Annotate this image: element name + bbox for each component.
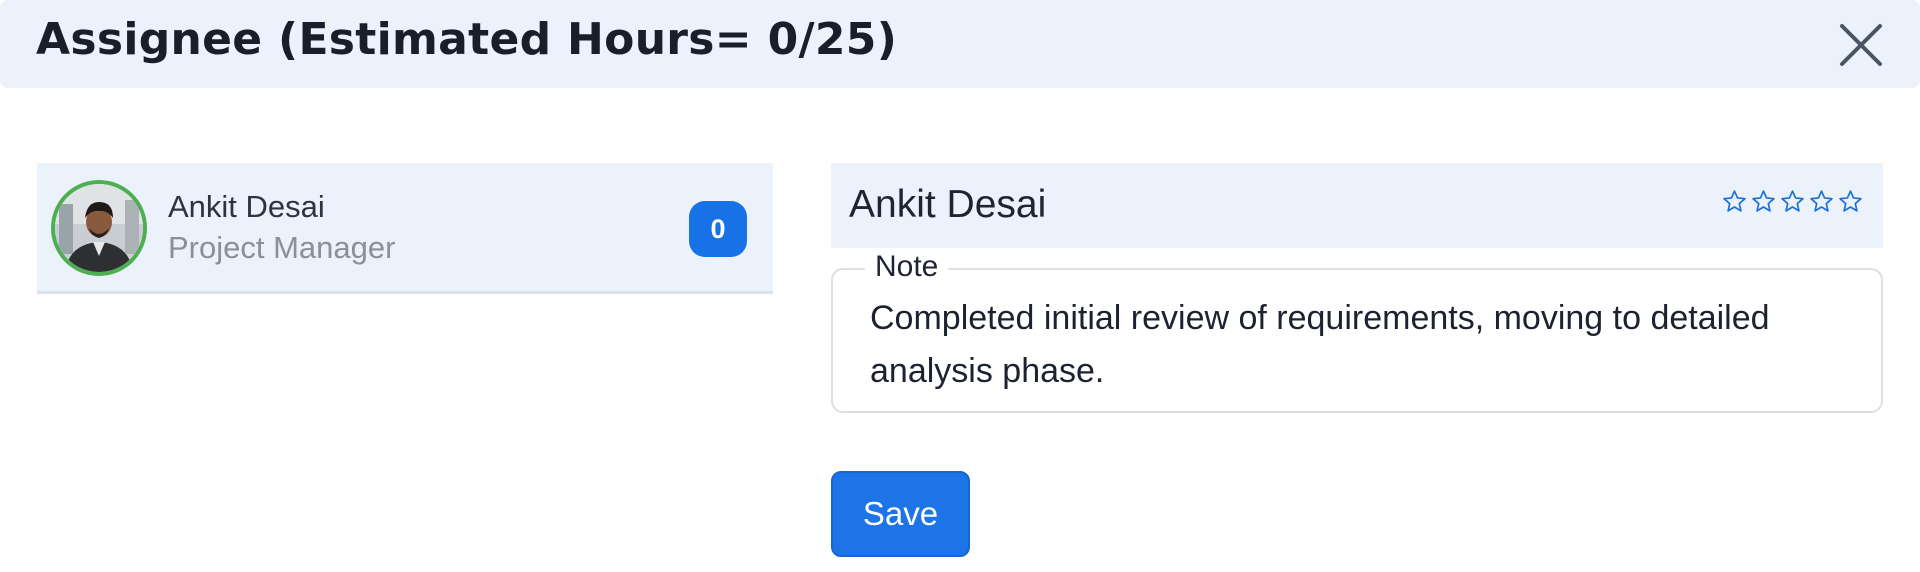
detail-header: Ankit Desai (831, 163, 1883, 248)
star-icon[interactable] (1751, 189, 1776, 214)
dialog-header: Assignee (Estimated Hours= 0/25) (0, 0, 1920, 88)
star-icon[interactable] (1722, 189, 1747, 214)
assignee-role: Project Manager (168, 230, 396, 265)
note-field[interactable]: Note Completed initial review of require… (831, 250, 1883, 413)
star-icon[interactable] (1809, 189, 1834, 214)
assignee-list-item[interactable]: Ankit Desai Project Manager 0 (37, 163, 773, 294)
star-rating[interactable] (1722, 189, 1863, 214)
assignee-name: Ankit Desai (168, 189, 325, 224)
close-icon[interactable] (1836, 20, 1886, 70)
avatar (51, 180, 147, 276)
star-icon[interactable] (1838, 189, 1863, 214)
hours-badge: 0 (689, 201, 747, 257)
note-label: Note (865, 250, 949, 284)
dialog-title: Assignee (Estimated Hours= 0/25) (36, 14, 898, 65)
star-icon[interactable] (1780, 189, 1805, 214)
detail-name: Ankit Desai (849, 183, 1047, 226)
save-button[interactable]: Save (831, 471, 970, 557)
note-text[interactable]: Completed initial review of requirements… (870, 292, 1850, 398)
